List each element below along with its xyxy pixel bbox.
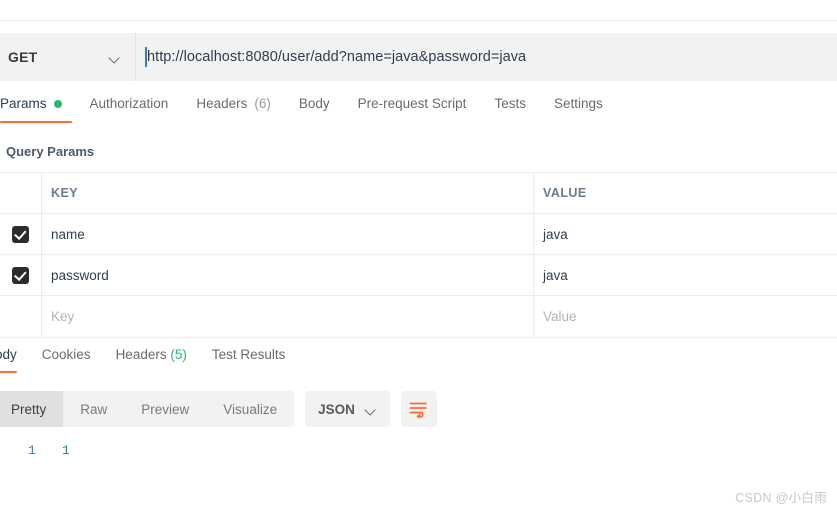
row-checkbox-checked-icon[interactable]	[12, 266, 29, 284]
query-params-table: KEY VALUE name java password java Key Va…	[0, 172, 837, 338]
request-tabs: Params Authorization Headers (6) Body Pr…	[0, 94, 837, 130]
chevron-down-icon	[366, 406, 377, 413]
active-response-tab-underline	[0, 370, 17, 373]
tab-authorization[interactable]: Authorization	[90, 94, 183, 123]
response-tab-headers[interactable]: Headers (5)	[116, 345, 187, 373]
top-divider	[0, 0, 837, 21]
chevron-down-icon	[110, 54, 121, 61]
green-dot-icon	[53, 99, 62, 108]
tab-tests-label: Tests	[494, 96, 526, 111]
tab-params-label: Params	[0, 96, 47, 111]
text-caret	[145, 47, 147, 67]
row-key-cell[interactable]: name	[42, 214, 534, 254]
table-header-row: KEY VALUE	[0, 173, 837, 214]
table-row: password java	[0, 255, 837, 296]
word-wrap-button[interactable]	[400, 391, 437, 427]
url-value: http://localhost:8080/user/add?name=java…	[147, 49, 527, 65]
tab-headers-label: Headers	[196, 96, 248, 111]
tab-tests[interactable]: Tests	[494, 94, 540, 123]
header-cell-checkbox	[0, 173, 42, 213]
word-wrap-icon	[410, 402, 428, 418]
tab-headers[interactable]: Headers (6)	[196, 94, 285, 123]
response-tab-headers-count: (5)	[170, 347, 187, 362]
http-method-dropdown[interactable]: GET	[0, 33, 136, 81]
row-value-cell[interactable]: java	[534, 214, 837, 254]
response-format-toolbar: Pretty Raw Preview Visualize JSON	[0, 391, 437, 427]
format-visualize-button[interactable]: Visualize	[206, 391, 294, 427]
postman-request-response-panel: GET http://localhost:8080/user/add?name=…	[0, 0, 837, 517]
response-tab-test-results[interactable]: Test Results	[212, 345, 286, 373]
table-row: name java	[0, 214, 837, 255]
url-bar: GET http://localhost:8080/user/add?name=…	[0, 33, 837, 81]
response-body-viewer[interactable]: 1 1	[0, 438, 837, 483]
content-type-label: JSON	[318, 401, 355, 417]
line-number: 1	[28, 443, 36, 458]
response-body-value: 1	[62, 443, 70, 458]
new-value-input[interactable]: Value	[534, 296, 837, 337]
row-value-cell[interactable]: java	[534, 255, 837, 295]
column-header-value: VALUE	[543, 186, 587, 200]
row-checkbox-cell	[0, 214, 42, 254]
format-raw-button[interactable]: Raw	[63, 391, 124, 427]
watermark: CSDN @小白雨	[735, 491, 827, 505]
tab-params[interactable]: Params	[0, 94, 76, 123]
new-value-placeholder: Value	[543, 309, 577, 324]
new-key-placeholder: Key	[51, 309, 75, 324]
tab-headers-count: (6)	[254, 96, 271, 111]
response-tab-test-results-label: Test Results	[211, 347, 286, 362]
header-cell-key: KEY	[42, 173, 534, 213]
row-checkbox-cell	[0, 255, 42, 295]
column-header-key: KEY	[51, 186, 79, 200]
row-key-cell[interactable]: password	[42, 255, 534, 295]
row-key-value: name	[51, 226, 85, 242]
table-row-empty: Key Value	[0, 296, 837, 337]
response-tab-headers-label: Headers	[115, 347, 167, 362]
tab-body-label: Body	[298, 96, 330, 111]
tab-pre-request-script-label: Pre-request Script	[357, 96, 467, 111]
row-value-value: java	[543, 226, 568, 242]
tab-settings[interactable]: Settings	[554, 94, 617, 123]
tab-body[interactable]: Body	[299, 94, 344, 123]
tab-settings-label: Settings	[553, 96, 603, 111]
format-segmented-control: Pretty Raw Preview Visualize	[0, 391, 295, 427]
header-cell-value: VALUE	[534, 173, 837, 213]
active-tab-underline	[0, 120, 72, 123]
row-value-value: java	[543, 267, 568, 283]
url-input[interactable]: http://localhost:8080/user/add?name=java…	[136, 33, 837, 81]
new-key-input[interactable]: Key	[42, 296, 534, 337]
row-checkbox-cell-empty	[0, 296, 42, 337]
response-tab-body-label: Body	[0, 347, 17, 362]
response-tabs: Body Cookies Headers (5) Test Results	[0, 345, 837, 379]
http-method-label: GET	[8, 49, 38, 65]
row-key-value: password	[51, 267, 109, 283]
format-pretty-button[interactable]: Pretty	[0, 391, 64, 427]
response-tab-cookies-label: Cookies	[41, 347, 91, 362]
content-type-dropdown[interactable]: JSON	[305, 391, 390, 427]
tab-pre-request-script[interactable]: Pre-request Script	[358, 94, 481, 123]
response-tab-body[interactable]: Body	[0, 345, 17, 373]
response-tab-cookies[interactable]: Cookies	[42, 345, 91, 373]
format-preview-button[interactable]: Preview	[124, 391, 206, 427]
query-params-title: Query Params	[6, 144, 95, 159]
tab-authorization-label: Authorization	[89, 96, 169, 111]
row-checkbox-checked-icon[interactable]	[12, 225, 29, 243]
